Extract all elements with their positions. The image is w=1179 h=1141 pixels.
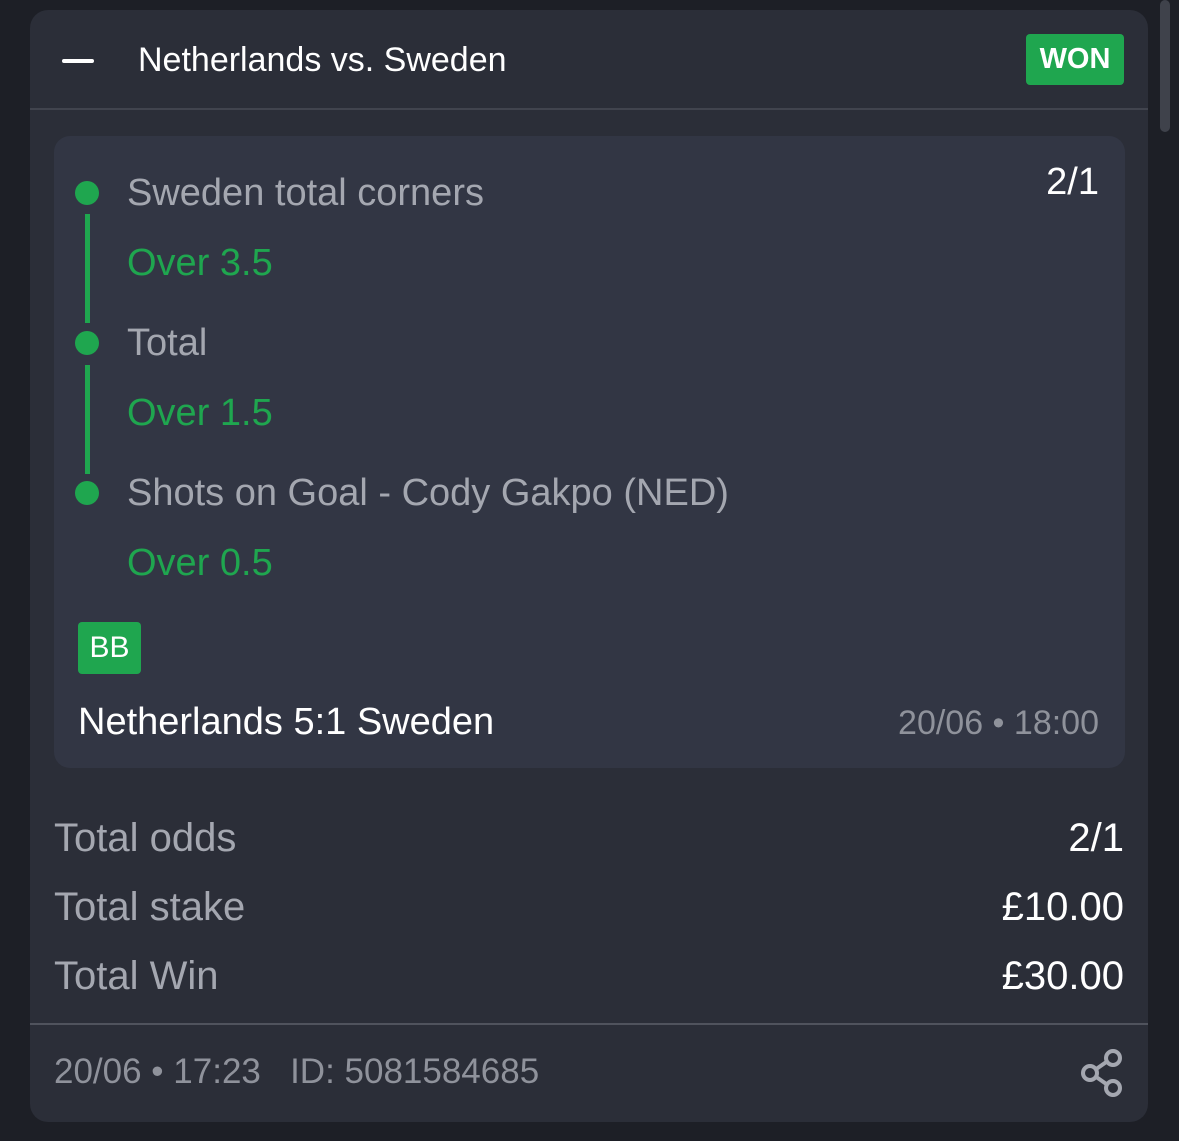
selections-panel: Sweden total corners Over 3.5 Total Over…: [54, 136, 1125, 768]
match-datetime: 20/06 • 18:00: [898, 704, 1099, 742]
status-badge: WON: [1026, 34, 1124, 85]
bet-id: ID: 5081584685: [290, 1052, 540, 1091]
placed-datetime: 20/06 • 17:23: [54, 1052, 261, 1091]
selection-market: Total: [127, 322, 208, 364]
leg-odds: 2/1: [1046, 161, 1099, 203]
total-odds-label: Total odds: [54, 815, 237, 860]
bet-card: Netherlands vs. Sweden WON Sweden total …: [30, 10, 1148, 1122]
scrollbar[interactable]: [1160, 0, 1170, 132]
total-win-row: Total Win £30.00: [54, 951, 1124, 1001]
total-odds-value: 2/1: [1068, 815, 1124, 860]
total-stake-value: £10.00: [1001, 884, 1124, 929]
match-title: Netherlands vs. Sweden: [138, 41, 507, 79]
match-result: Netherlands 5:1 Sweden: [78, 701, 495, 743]
selection-outcome: Over 1.5: [127, 392, 273, 434]
footer-divider: [30, 1023, 1148, 1025]
selection-market: Sweden total corners: [127, 172, 484, 214]
timeline-connector: [85, 365, 90, 474]
selection-market: Shots on Goal - Cody Gakpo (NED): [127, 472, 729, 514]
total-stake-row: Total stake £10.00: [54, 882, 1124, 932]
selection-won-dot: [75, 331, 99, 355]
bet-builder-badge: BB: [78, 622, 141, 674]
total-stake-label: Total stake: [54, 884, 246, 929]
selection-outcome: Over 3.5: [127, 242, 273, 284]
selection-outcome: Over 0.5: [127, 542, 273, 584]
total-win-label: Total Win: [54, 953, 219, 998]
bet-header[interactable]: Netherlands vs. Sweden WON: [30, 10, 1148, 110]
selection-won-dot: [75, 481, 99, 505]
total-odds-row: Total odds 2/1: [54, 813, 1124, 863]
timeline-connector: [85, 214, 90, 323]
share-icon[interactable]: [1080, 1049, 1124, 1097]
bet-meta: 20/06 • 17:23 ID: 5081584685: [54, 1052, 539, 1092]
total-win-value: £30.00: [1001, 953, 1124, 998]
collapse-icon[interactable]: [62, 59, 94, 63]
selection-won-dot: [75, 181, 99, 205]
